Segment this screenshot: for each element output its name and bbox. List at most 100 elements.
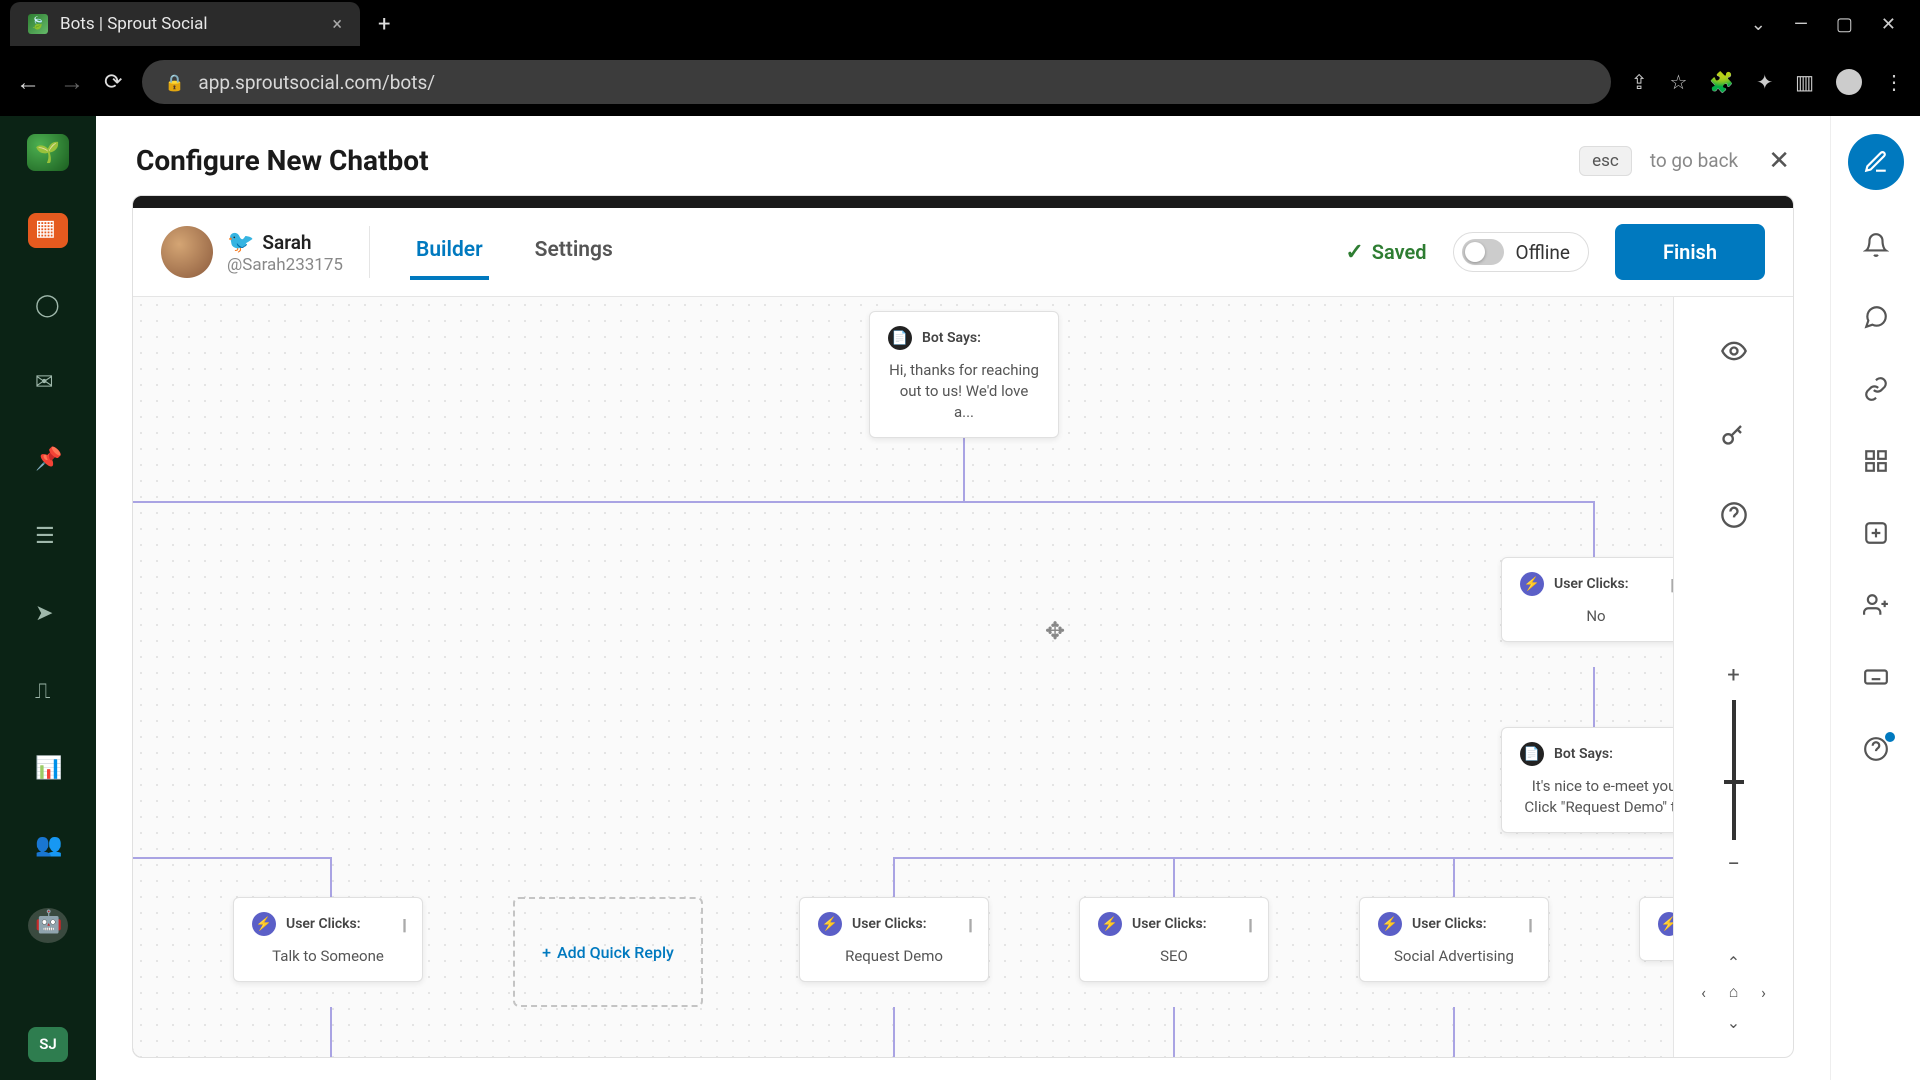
help-icon[interactable] xyxy=(1720,501,1748,533)
account-handle: @Sarah233175 xyxy=(227,255,343,275)
nav-compass[interactable]: ◯ xyxy=(28,290,68,325)
go-back-label: to go back xyxy=(1650,149,1738,172)
add-icon[interactable] xyxy=(1863,520,1889,550)
key-icon[interactable] xyxy=(1720,419,1748,451)
user-badge[interactable]: SJ xyxy=(28,1027,68,1062)
nav-list[interactable]: ☰ xyxy=(28,522,68,557)
window-close-icon[interactable]: ✕ xyxy=(1881,14,1896,35)
nav-dashboard[interactable]: ▦ xyxy=(28,213,68,248)
nav-bot[interactable]: 🤖 xyxy=(28,908,68,943)
browser-chrome: Bots | Sprout Social × + ⌄ — ▢ ✕ ← → ⟳ 🔒… xyxy=(0,0,1920,116)
apps-icon[interactable] xyxy=(1863,448,1889,478)
node-user-demo[interactable]: ⚡ User Clicks: || Request Demo xyxy=(799,897,989,982)
link-icon[interactable] xyxy=(1863,376,1889,406)
offline-label: Offline xyxy=(1516,241,1570,264)
node-user-talk[interactable]: ⚡User Clicks:|| Talk to Someone xyxy=(233,897,423,982)
pan-nav: ⌃ ‹⌂› ⌄ xyxy=(1689,947,1779,1037)
user-click-icon: ⚡ xyxy=(1098,912,1122,936)
zoom-control: + − xyxy=(1727,663,1740,877)
account-name: Sarah xyxy=(262,231,311,254)
sprout-logo-icon[interactable] xyxy=(27,134,69,171)
notifications-icon[interactable] xyxy=(1863,232,1889,262)
pan-down-button[interactable]: ⌄ xyxy=(1719,1007,1749,1037)
messages-icon[interactable] xyxy=(1863,304,1889,334)
node-label: User Clicks: xyxy=(1554,576,1629,592)
tab-builder[interactable]: Builder xyxy=(410,224,489,280)
node-body: Social Advertising xyxy=(1378,946,1530,967)
kebab-menu-icon[interactable]: ⋮ xyxy=(1884,70,1904,94)
compose-button[interactable] xyxy=(1848,134,1904,190)
nav-people[interactable]: 👥 xyxy=(28,830,68,865)
right-sidebar xyxy=(1830,116,1920,1080)
tab-close-icon[interactable]: × xyxy=(332,14,342,35)
extension-puzzle-icon[interactable]: 🧩 xyxy=(1709,70,1734,94)
profile-avatar-icon[interactable] xyxy=(1836,69,1862,95)
nav-inbox[interactable]: ✉ xyxy=(28,367,68,402)
node-bot-welcome[interactable]: 📄Bot Says: Hi, thanks for reaching out t… xyxy=(869,311,1059,438)
preview-icon[interactable] xyxy=(1720,337,1748,369)
nav-audio[interactable]: ⎍ xyxy=(28,676,68,711)
nav-pin[interactable]: 📌 xyxy=(28,445,68,480)
close-modal-button[interactable]: ✕ xyxy=(1768,146,1790,176)
url-input[interactable]: 🔒 app.sproutsocial.com/bots/ xyxy=(142,60,1610,104)
window-dropdown-icon[interactable]: ⌄ xyxy=(1751,14,1766,35)
move-cursor-icon: ✥ xyxy=(1045,617,1065,645)
extensions-icon[interactable]: ✦ xyxy=(1756,70,1773,94)
node-body: Talk to Someone xyxy=(252,946,404,967)
nav-send[interactable]: ➤ xyxy=(28,599,68,634)
pan-up-button[interactable]: ⌃ xyxy=(1719,947,1749,977)
offline-toggle[interactable] xyxy=(1462,239,1504,265)
favicon-icon xyxy=(28,14,48,34)
pan-left-button[interactable]: ‹ xyxy=(1689,977,1719,1007)
node-user-seo[interactable]: ⚡ User Clicks: || SEO xyxy=(1079,897,1269,982)
side-panel-icon[interactable]: ▥ xyxy=(1795,70,1814,94)
zoom-out-button[interactable]: − xyxy=(1727,852,1740,877)
forward-button[interactable]: → xyxy=(60,68,84,97)
support-icon[interactable] xyxy=(1863,736,1889,766)
node-label: User Clicks: xyxy=(852,916,927,932)
add-quick-reply-button[interactable]: + Add Quick Reply xyxy=(513,897,703,1007)
finish-button[interactable]: Finish xyxy=(1615,224,1765,280)
drag-handle-icon[interactable]: || xyxy=(1528,915,1530,934)
star-icon[interactable]: ☆ xyxy=(1669,70,1687,94)
browser-tab[interactable]: Bots | Sprout Social × xyxy=(10,2,360,46)
keyboard-icon[interactable] xyxy=(1863,664,1889,694)
builder-frame: 🐦Sarah @Sarah233175 Builder Settings ✓ S… xyxy=(132,195,1794,1058)
pan-right-button[interactable]: › xyxy=(1749,977,1779,1007)
page-title: Configure New Chatbot xyxy=(136,144,429,177)
zoom-slider[interactable] xyxy=(1732,700,1736,840)
node-label: Bot Says: xyxy=(1554,746,1613,762)
address-bar: ← → ⟳ 🔒 app.sproutsocial.com/bots/ ⇪ ☆ 🧩… xyxy=(0,48,1920,116)
back-button[interactable]: ← xyxy=(16,68,40,97)
left-nav: ▦ ◯ ✉ 📌 ☰ ➤ ⎍ 📊 👥 🤖 SJ xyxy=(0,116,96,1080)
pan-home-button[interactable]: ⌂ xyxy=(1719,977,1749,1007)
node-user-no[interactable]: ⚡User Clicks:|| No xyxy=(1501,557,1691,642)
drag-handle-icon[interactable]: || xyxy=(402,915,404,934)
tab-title: Bots | Sprout Social xyxy=(60,14,320,34)
saved-status: ✓ Saved xyxy=(1345,240,1426,265)
tab-bar: Bots | Sprout Social × + ⌄ — ▢ ✕ xyxy=(0,0,1920,48)
nav-analytics[interactable]: 📊 xyxy=(28,753,68,788)
tab-settings[interactable]: Settings xyxy=(529,224,619,280)
node-body: Request Demo xyxy=(818,946,970,967)
window-maximize-icon[interactable]: ▢ xyxy=(1836,14,1853,35)
node-label: User Clicks: xyxy=(1412,916,1487,932)
add-user-icon[interactable] xyxy=(1863,592,1889,622)
zoom-in-button[interactable]: + xyxy=(1727,663,1739,688)
drag-handle-icon[interactable]: || xyxy=(968,915,970,934)
node-label: User Clicks: xyxy=(1132,916,1207,932)
node-body: SEO xyxy=(1098,946,1250,967)
builder-canvas[interactable]: 📄Bot Says: Hi, thanks for reaching out t… xyxy=(133,297,1793,1057)
reload-button[interactable]: ⟳ xyxy=(104,70,122,95)
add-quick-reply-label: Add Quick Reply xyxy=(557,943,674,962)
page-header: Configure New Chatbot esc to go back ✕ xyxy=(96,116,1830,195)
node-body: No xyxy=(1520,606,1672,627)
new-tab-button[interactable]: + xyxy=(378,12,390,37)
drag-handle-icon[interactable]: || xyxy=(1670,575,1672,594)
drag-handle-icon[interactable]: || xyxy=(1248,915,1250,934)
node-user-social[interactable]: ⚡User Clicks:|| Social Advertising xyxy=(1359,897,1549,982)
plus-icon: + xyxy=(542,943,551,962)
share-icon[interactable]: ⇪ xyxy=(1631,70,1648,94)
window-minimize-icon[interactable]: — xyxy=(1794,14,1808,35)
user-click-icon: ⚡ xyxy=(818,912,842,936)
